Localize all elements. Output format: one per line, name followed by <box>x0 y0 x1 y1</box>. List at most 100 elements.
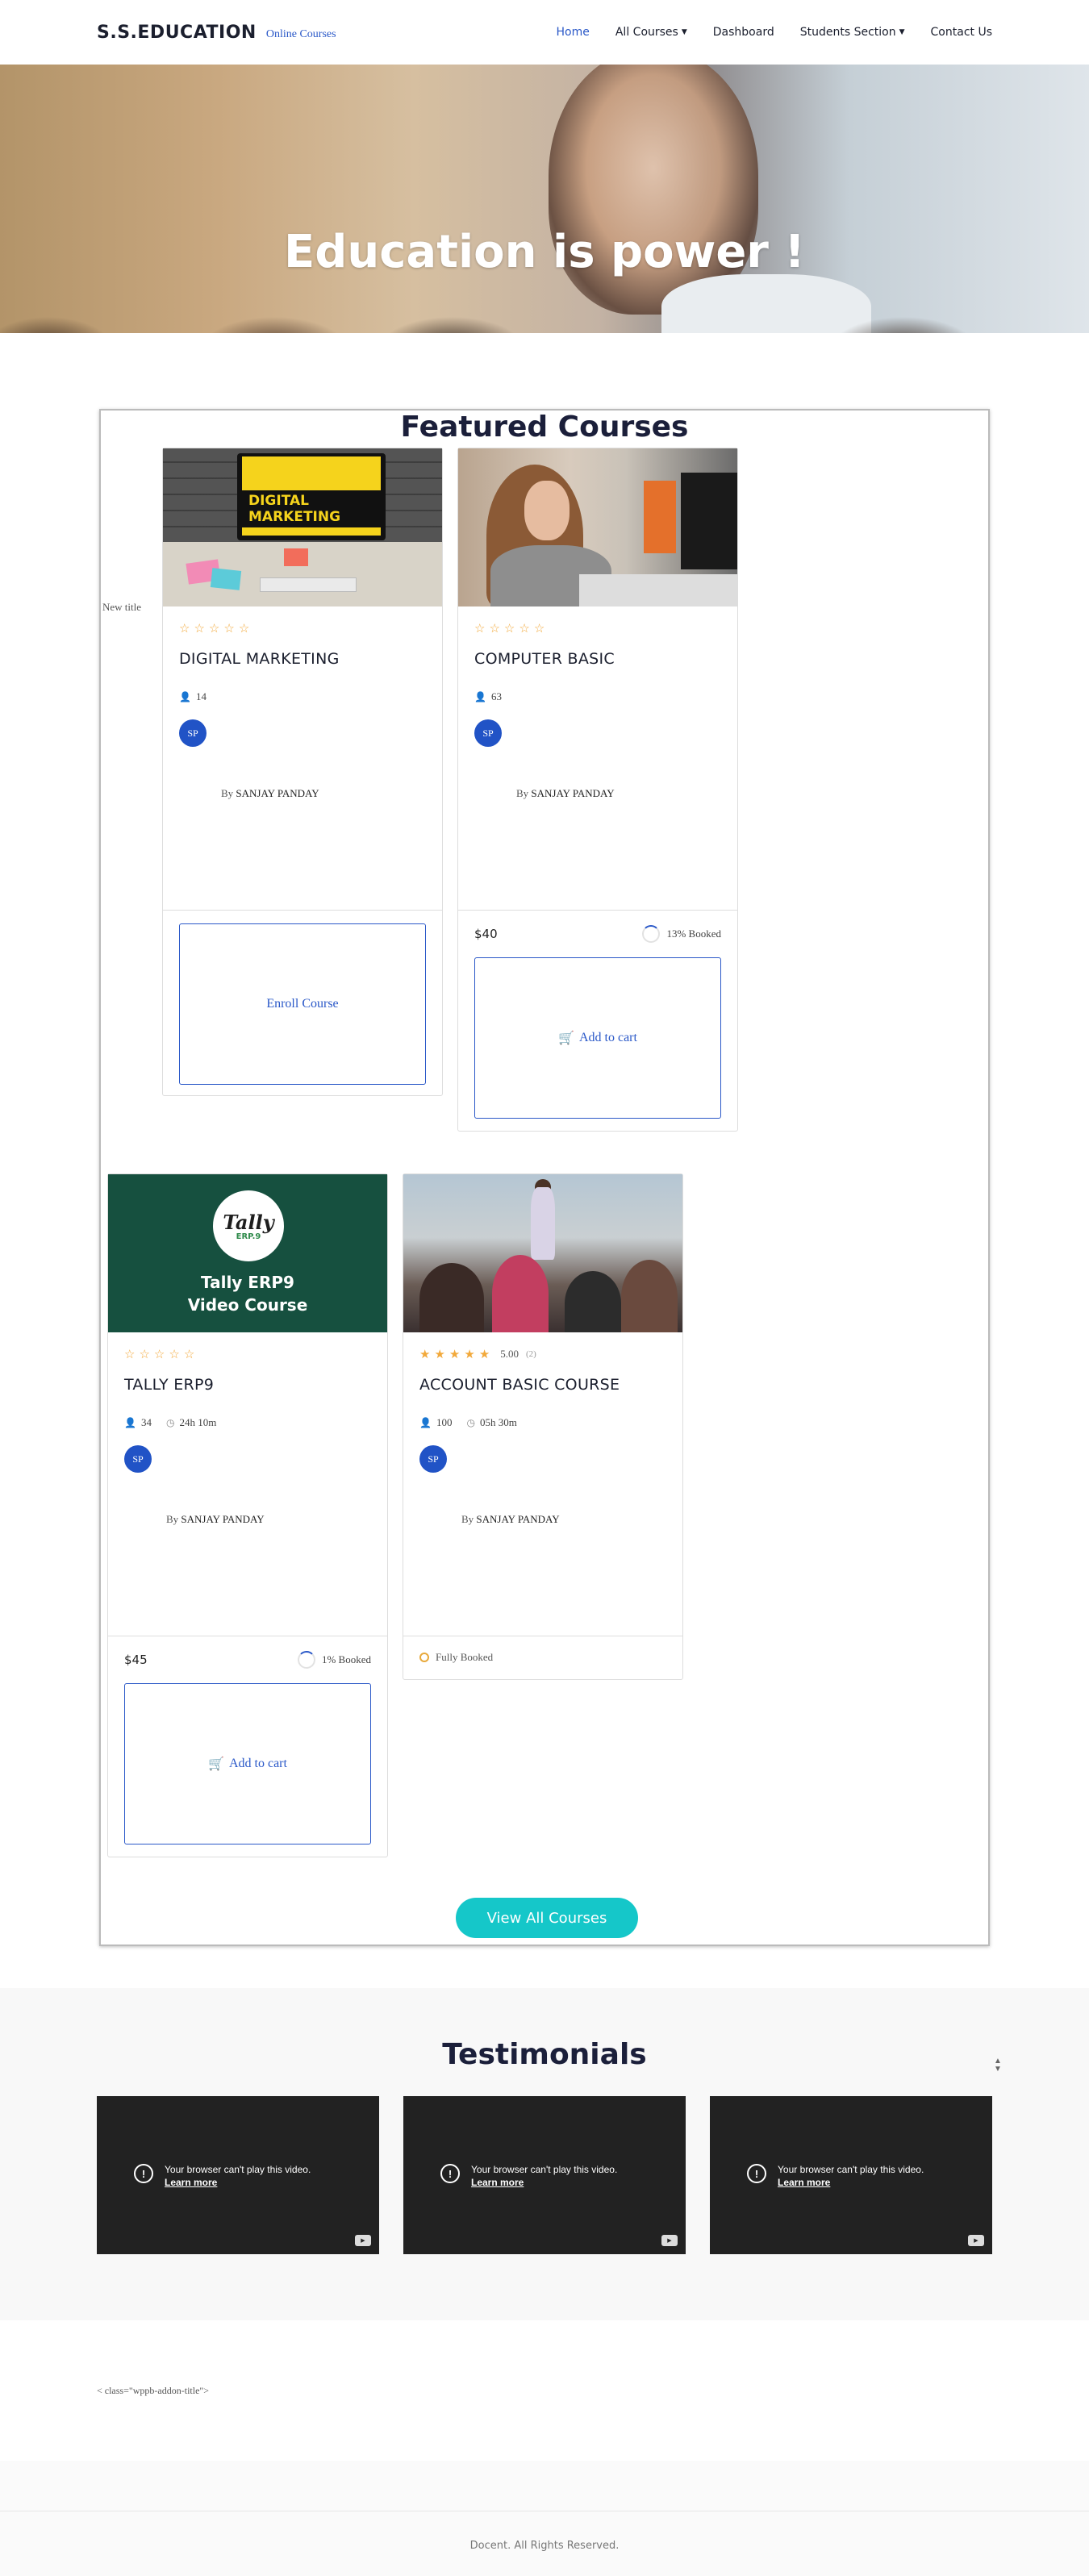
avatar[interactable]: SP <box>179 719 207 747</box>
star-filled-icon: ★ <box>419 1348 431 1361</box>
avatar[interactable]: SP <box>474 719 502 747</box>
alert-icon: ! <box>440 2164 460 2183</box>
star-outline-icon: ☆ <box>474 622 486 636</box>
star-outline-icon: ☆ <box>169 1348 180 1361</box>
course-price: $40 <box>474 927 498 941</box>
nav-dashboard[interactable]: Dashboard <box>713 26 774 39</box>
chevron-down-icon[interactable]: ▼ <box>994 2065 1002 2074</box>
teacher-shape <box>531 1187 555 1260</box>
card-footer: $40 13% Booked 🛒 Add to cart <box>458 910 737 1131</box>
caret-down-icon: ▼ <box>899 28 905 36</box>
nav-home[interactable]: Home <box>557 26 590 39</box>
nav-all-courses[interactable]: All Courses ▼ <box>615 26 687 39</box>
course-title[interactable]: ACCOUNT BASIC COURSE <box>419 1376 666 1394</box>
course-title[interactable]: TALLY ERP9 <box>124 1376 371 1394</box>
testimonials-section: Testimonials ▲ ▼ ! Your browser can't pl… <box>0 1988 1089 2320</box>
student-count: 100 <box>436 1416 453 1428</box>
course-image[interactable]: DIGITAL MARKETING <box>163 448 442 606</box>
course-meta: 👤 63 <box>474 690 721 703</box>
course-image[interactable] <box>403 1174 682 1332</box>
rating-stars: ☆ ☆ ☆ ☆ ☆ <box>474 621 721 636</box>
video-error-text: Your browser can't play this video. <box>471 2164 618 2175</box>
star-outline-icon: ☆ <box>519 622 530 636</box>
student-shape <box>621 1260 678 1332</box>
keyboard-shape <box>260 577 357 592</box>
course-card-computer-basic[interactable]: ☆ ☆ ☆ ☆ ☆ COMPUTER BASIC 👤 63 SP By SANJAY PA… <box>457 448 738 1132</box>
author-name[interactable]: SANJAY PANDAY <box>236 787 319 799</box>
nav-contact-us[interactable]: Contact Us <box>931 26 992 39</box>
author-name[interactable]: SANJAY PANDAY <box>476 1513 559 1525</box>
booked-status: 13% Booked <box>642 925 721 943</box>
course-title[interactable]: DIGITAL MARKETING <box>179 650 426 668</box>
main-nav: Home All Courses ▼ Dashboard Students Sec… <box>557 26 992 39</box>
course-price: $45 <box>124 1653 148 1667</box>
featured-container: Featured Courses New title DIGITAL MARKE… <box>99 409 990 1946</box>
by-label: By <box>166 1513 179 1525</box>
student-count: 34 <box>140 1416 152 1428</box>
hero-banner: Education is power ! <box>0 65 1089 333</box>
star-filled-icon: ★ <box>464 1348 475 1361</box>
star-outline-icon: ☆ <box>183 1348 195 1361</box>
course-author: By SANJAY PANDAY <box>124 1513 371 1526</box>
cart-icon: 🛒 <box>558 1032 574 1045</box>
by-label: By <box>221 787 234 799</box>
youtube-icon[interactable]: ▶ <box>355 2235 371 2246</box>
avatar[interactable]: SP <box>124 1445 152 1473</box>
card-footer: Fully Booked <box>403 1636 682 1679</box>
star-outline-icon: ☆ <box>533 622 545 636</box>
add-to-cart-button[interactable]: 🛒 Add to cart <box>474 957 721 1119</box>
add-to-cart-label: Add to cart <box>578 1031 637 1044</box>
video-player[interactable]: ! Your browser can't play this video. Lea… <box>97 2096 379 2254</box>
course-image[interactable]: Tally ERP.9 Tally ERP9 Video Course <box>108 1174 387 1332</box>
video-player[interactable]: ! Your browser can't play this video. Lea… <box>403 2096 686 2254</box>
cart-icon: 🛒 <box>208 1757 224 1771</box>
addon-section: < class="wppb-addon-title"> <box>0 2320 1089 2461</box>
progress-ring-icon <box>297 1651 315 1669</box>
youtube-icon[interactable]: ▶ <box>968 2235 984 2246</box>
enroll-course-label: Enroll Course <box>266 997 339 1011</box>
star-outline-icon: ☆ <box>223 622 235 636</box>
hero-students-heads <box>0 293 1089 333</box>
star-outline-icon: ☆ <box>238 622 250 636</box>
video-error-message: ! Your browser can't play this video. Lea… <box>440 2164 617 2188</box>
add-to-cart-button[interactable]: 🛒 Add to cart <box>124 1683 371 1844</box>
course-card-account-basic[interactable]: ★ ★ ★ ★ ★ 5.00 (2) ACCOUNT BASIC COURSE 👤 100… <box>403 1173 683 1680</box>
tally-logo: Tally ERP.9 <box>213 1190 284 1261</box>
author-name[interactable]: SANJAY PANDAY <box>531 787 614 799</box>
enroll-course-button[interactable]: Enroll Course <box>179 923 426 1085</box>
nav-contact-us-label: Contact Us <box>930 26 992 39</box>
rating-stars: ★ ★ ★ ★ ★ 5.00 (2) <box>419 1347 666 1361</box>
avatar[interactable]: SP <box>419 1445 447 1473</box>
learn-more-link[interactable]: Learn more <box>165 2177 311 2188</box>
site-logo[interactable]: S.S.EDUCATION <box>97 23 257 43</box>
user-icon: 👤 <box>474 691 486 702</box>
youtube-icon[interactable]: ▶ <box>661 2235 678 2246</box>
card-body: ☆ ☆ ☆ ☆ ☆ COMPUTER BASIC 👤 63 SP By SANJAY PA… <box>458 606 737 800</box>
student-shape <box>492 1255 549 1332</box>
student-shape <box>419 1263 484 1332</box>
learn-more-link[interactable]: Learn more <box>471 2177 617 2188</box>
star-filled-icon: ★ <box>449 1348 461 1361</box>
card-footer: Enroll Course <box>163 910 442 1095</box>
site-tagline: Online Courses <box>265 28 336 40</box>
star-outline-icon: ☆ <box>124 1348 136 1361</box>
star-outline-icon: ☆ <box>139 1348 150 1361</box>
author-name[interactable]: SANJAY PANDAY <box>181 1513 264 1525</box>
student-face-shape <box>524 481 570 540</box>
nav-students-section[interactable]: Students Section ▼ <box>800 26 905 39</box>
course-title[interactable]: COMPUTER BASIC <box>474 650 721 668</box>
site-footer: Docent. All Rights Reserved. <box>0 2461 1089 2576</box>
video-player[interactable]: ! Your browser can't play this video. Lea… <box>710 2096 992 2254</box>
view-all-courses-button[interactable]: View All Courses <box>456 1898 638 1938</box>
user-icon: 👤 <box>179 691 191 702</box>
course-image[interactable] <box>458 448 737 606</box>
carousel-arrows[interactable]: ▲ ▼ <box>994 2057 1002 2074</box>
course-card-tally-erp9[interactable]: Tally ERP.9 Tally ERP9 Video Course ☆ ☆ ☆ ☆… <box>107 1173 388 1857</box>
star-filled-icon: ★ <box>478 1348 490 1361</box>
star-outline-icon: ☆ <box>208 622 220 636</box>
card-body: ★ ★ ★ ★ ★ 5.00 (2) ACCOUNT BASIC COURSE 👤 100… <box>403 1332 682 1526</box>
learn-more-link[interactable]: Learn more <box>778 2177 924 2188</box>
course-card-digital-marketing[interactable]: DIGITAL MARKETING ☆ ☆ ☆ ☆ ☆ DIGITAL MARKETIN… <box>162 448 443 1096</box>
image-caption-line-1: Tally ERP9 <box>201 1273 294 1292</box>
course-author: By SANJAY PANDAY <box>179 787 426 800</box>
